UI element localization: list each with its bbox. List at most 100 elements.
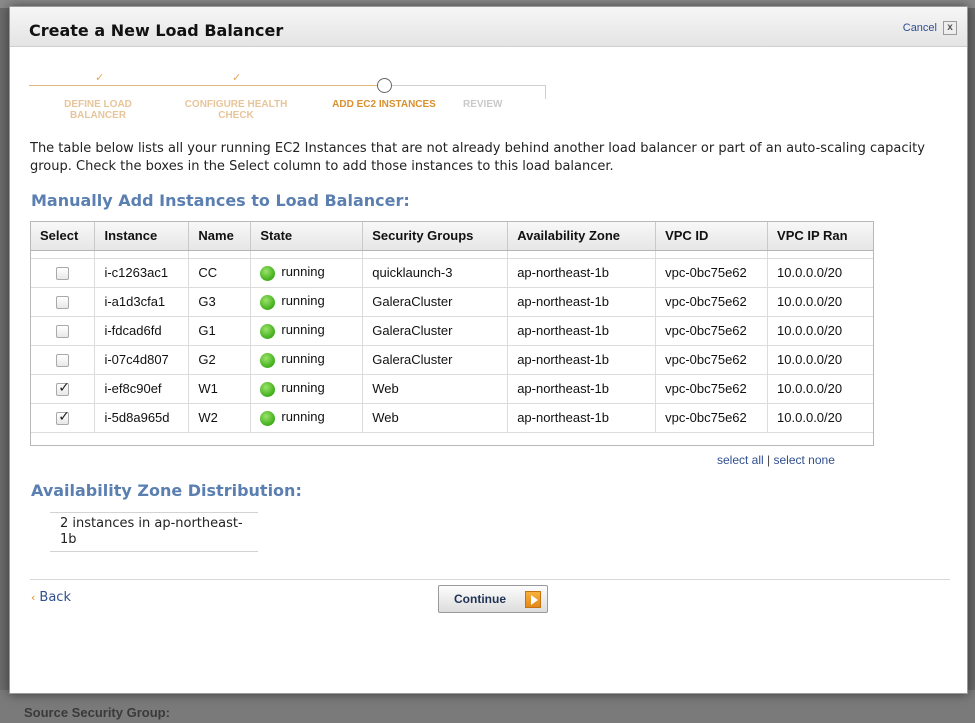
select-all-link[interactable]: select all: [717, 453, 764, 467]
select-cell: [31, 374, 96, 404]
vpc-ip-range: 10.0.0.0/20: [767, 374, 873, 404]
table-row: i-c1263ac1 CC running quicklaunch-3 ap-n…: [31, 258, 873, 288]
vpc-ip-range: 10.0.0.0/20: [767, 403, 873, 433]
column-header-availability-zone[interactable]: Availability Zone: [507, 222, 657, 251]
current-step-circle-icon: [377, 78, 392, 93]
footer-divider: [30, 579, 950, 580]
wizard-end-tick: [545, 85, 546, 99]
availability-zone: ap-northeast-1b: [507, 345, 657, 375]
select-cell: [31, 258, 96, 288]
state-cell: running: [250, 374, 364, 404]
state-text: running: [281, 322, 325, 338]
vpc-id: vpc-0bc75e62: [655, 403, 769, 433]
instance-name: W2: [188, 403, 252, 433]
table-cell: [507, 250, 657, 259]
table-cell: [31, 250, 96, 259]
select-cell: [31, 287, 96, 317]
table-row: i-07c4d807 G2 running GaleraCluster ap-n…: [31, 345, 873, 375]
availability-zone: ap-northeast-1b: [507, 287, 657, 317]
az-distribution-title: Availability Zone Distribution:: [31, 481, 302, 500]
table-row-partial: [31, 250, 873, 259]
table-header-row: Select Instance Name State Security Grou…: [31, 222, 873, 251]
back-label: Back: [39, 590, 71, 605]
row-checkbox[interactable]: [56, 267, 70, 281]
availability-zone: ap-northeast-1b: [507, 403, 657, 433]
instance-id: i-a1d3cfa1: [94, 287, 190, 317]
wizard-progress: ✓ ✓ DEFINE LOAD BALANCER CONFIGURE HEALT…: [29, 71, 549, 129]
wizard-step-review: REVIEW: [463, 99, 503, 110]
state-cell: running: [250, 316, 364, 346]
security-group: Web: [362, 403, 509, 433]
column-header-vpc-id[interactable]: VPC ID: [655, 222, 769, 251]
state-cell: running: [250, 345, 364, 375]
instance-name: CC: [188, 258, 252, 288]
wizard-step-add-instances: ADD EC2 INSTANCES: [332, 99, 436, 110]
wizard-step-health-check: CONFIGURE HEALTH CHECK: [184, 99, 288, 121]
continue-label: Continue: [454, 592, 506, 606]
state-text: running: [281, 351, 325, 367]
column-header-select[interactable]: Select: [31, 222, 96, 251]
table-cell: [250, 250, 364, 259]
security-group: GaleraCluster: [362, 316, 509, 346]
create-load-balancer-dialog: Create a New Load Balancer Cancel x ✓ ✓ …: [9, 6, 968, 694]
dialog-title: Create a New Load Balancer: [29, 21, 284, 40]
state-cell: running: [250, 403, 364, 433]
row-checkbox[interactable]: [56, 296, 70, 310]
column-header-state[interactable]: State: [250, 222, 364, 251]
instance-id: i-ef8c90ef: [94, 374, 190, 404]
continue-button[interactable]: Continue: [438, 585, 548, 613]
select-links: select all | select none: [717, 453, 835, 467]
vpc-ip-range: 10.0.0.0/20: [767, 287, 873, 317]
state-cell: running: [250, 258, 364, 288]
running-status-icon: [260, 265, 276, 281]
security-group: Web: [362, 374, 509, 404]
back-button[interactable]: ‹ Back: [31, 590, 71, 605]
state-cell: running: [250, 287, 364, 317]
row-checkbox[interactable]: [56, 354, 70, 368]
state-text: running: [281, 380, 325, 396]
vpc-id: vpc-0bc75e62: [655, 374, 769, 404]
vpc-id: vpc-0bc75e62: [655, 287, 769, 317]
az-distribution-text: 2 instances in ap-northeast-1b: [50, 512, 258, 552]
availability-zone: ap-northeast-1b: [507, 374, 657, 404]
row-checkbox[interactable]: [56, 409, 70, 426]
dialog-header: Create a New Load Balancer Cancel x: [10, 7, 967, 47]
instance-id: i-07c4d807: [94, 345, 190, 375]
select-cell: [31, 403, 96, 433]
availability-zone: ap-northeast-1b: [507, 316, 657, 346]
instance-id: i-5d8a965d: [94, 403, 190, 433]
column-header-name[interactable]: Name: [188, 222, 252, 251]
column-header-instance[interactable]: Instance: [94, 222, 190, 251]
arrow-right-icon: [525, 591, 541, 608]
vpc-ip-range: 10.0.0.0/20: [767, 345, 873, 375]
select-cell: [31, 345, 96, 375]
running-status-icon: [260, 410, 276, 426]
running-status-icon: [260, 294, 276, 310]
column-header-security-groups[interactable]: Security Groups: [362, 222, 509, 251]
column-header-vpc-ip-range[interactable]: VPC IP Ran: [767, 222, 873, 251]
select-none-link[interactable]: select none: [774, 453, 835, 467]
source-security-group-label: Source Security Group:: [24, 705, 170, 720]
check-icon: ✓: [232, 71, 242, 84]
state-text: running: [281, 293, 325, 309]
row-checkbox[interactable]: [56, 325, 70, 339]
cancel-link[interactable]: Cancel: [903, 22, 937, 34]
chevron-left-icon: ‹: [31, 591, 36, 604]
manual-add-title: Manually Add Instances to Load Balancer:: [31, 191, 410, 210]
vpc-id: vpc-0bc75e62: [655, 258, 769, 288]
wizard-progress-done-line: [29, 85, 385, 86]
table-cell: [767, 250, 873, 259]
close-icon[interactable]: x: [943, 21, 957, 35]
table-cell: [188, 250, 252, 259]
table-cell: [362, 250, 509, 259]
state-text: running: [281, 409, 325, 425]
instances-table: Select Instance Name State Security Grou…: [30, 221, 874, 446]
wizard-step-define: DEFINE LOAD BALANCER: [64, 99, 132, 121]
running-status-icon: [260, 323, 276, 339]
select-links-separator: |: [767, 453, 771, 467]
intro-text: The table below lists all your running E…: [30, 141, 925, 174]
running-status-icon: [260, 352, 276, 368]
row-checkbox[interactable]: [56, 380, 70, 397]
vpc-ip-range: 10.0.0.0/20: [767, 316, 873, 346]
table-cell: [94, 250, 190, 259]
